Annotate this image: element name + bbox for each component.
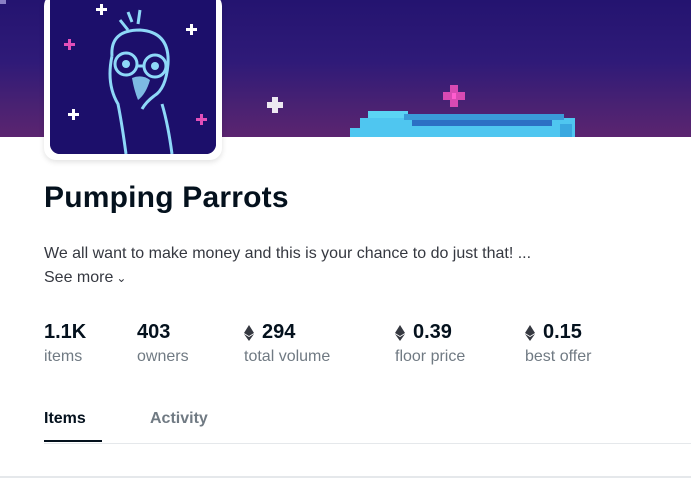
parrot-avatar-image: [50, 0, 216, 154]
stat-label: best offer: [525, 348, 592, 365]
ethereum-icon: [395, 324, 405, 341]
stat-value: 0.15: [543, 321, 582, 343]
see-more-label: See more: [44, 269, 114, 286]
stat-value: 1.1K: [44, 321, 87, 343]
collection-tabs: Items Activity: [44, 410, 691, 444]
stat-value: 294: [262, 321, 296, 343]
see-more-button[interactable]: See more ⌄: [44, 269, 126, 287]
tab-items[interactable]: Items: [44, 410, 102, 442]
collection-title: Pumping Parrots: [44, 181, 289, 214]
stat-best-offer[interactable]: 0.15 best offer: [525, 321, 591, 366]
stat-value: 403: [137, 321, 171, 343]
stat-value: 0.39: [413, 321, 452, 343]
stat-label: floor price: [395, 348, 466, 365]
ethereum-icon: [525, 324, 535, 341]
collection-description: We all want to make money and this is yo…: [44, 245, 532, 262]
collection-avatar[interactable]: [44, 0, 222, 160]
chevron-down-icon: ⌄: [116, 271, 127, 285]
stat-total-volume[interactable]: 294 total volume: [244, 321, 330, 366]
stat-items[interactable]: 1.1K items: [44, 321, 86, 366]
ethereum-icon: [244, 324, 254, 341]
stat-floor-price[interactable]: 0.39 floor price: [395, 321, 465, 366]
stat-label: items: [44, 348, 83, 365]
stat-label: owners: [137, 348, 189, 365]
tab-activity[interactable]: Activity: [150, 410, 208, 428]
stat-label: total volume: [244, 348, 331, 365]
stat-owners[interactable]: 403 owners: [137, 321, 189, 366]
